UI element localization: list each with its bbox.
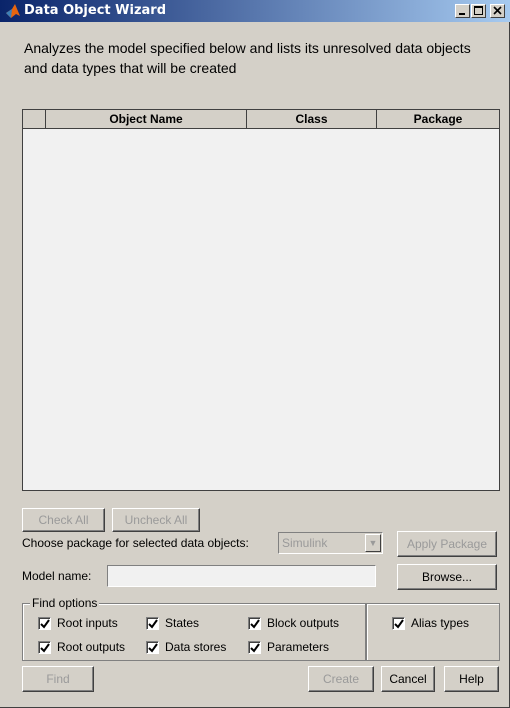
column-header-checkbox[interactable] (23, 110, 46, 128)
checkbox-check-icon (248, 640, 261, 654)
maximize-icon (474, 6, 483, 15)
column-header-object-name[interactable]: Object Name (46, 110, 247, 128)
browse-button[interactable]: Browse... (397, 564, 497, 590)
package-select-value: Simulink (282, 536, 328, 550)
package-label: Choose package for selected data objects… (22, 536, 249, 550)
check-all-button[interactable]: Check All (22, 508, 105, 532)
title-bar[interactable]: Data Object Wizard (0, 0, 510, 22)
uncheck-all-button[interactable]: Uncheck All (112, 508, 200, 532)
checkbox-check-icon (146, 640, 159, 654)
data-objects-table[interactable]: Object Name Class Package (22, 109, 500, 491)
checkbox-check-icon (38, 640, 51, 654)
model-name-input[interactable] (107, 565, 376, 587)
block-outputs-checkbox[interactable]: Block outputs (248, 616, 339, 630)
minimize-icon (459, 13, 465, 15)
root-outputs-checkbox[interactable]: Root outputs (38, 640, 125, 654)
parameters-label: Parameters (267, 640, 330, 654)
column-header-package[interactable]: Package (377, 110, 499, 128)
data-stores-label: Data stores (165, 640, 227, 654)
model-name-label: Model name: (22, 569, 92, 583)
package-select[interactable]: Simulink ▼ (278, 532, 383, 554)
create-button[interactable]: Create (308, 666, 374, 692)
apply-package-button[interactable]: Apply Package (397, 531, 497, 557)
checkbox-check-icon (248, 616, 261, 630)
maximize-button[interactable] (471, 4, 486, 18)
table-header: Object Name Class Package (23, 110, 499, 129)
block-outputs-label: Block outputs (267, 616, 340, 630)
parameters-checkbox[interactable]: Parameters (248, 640, 329, 654)
data-stores-checkbox[interactable]: Data stores (146, 640, 226, 654)
root-outputs-label: Root outputs (57, 640, 126, 654)
alias-types-checkbox[interactable]: Alias types (392, 616, 469, 630)
alias-options-group (366, 603, 500, 661)
data-object-wizard-window: Data Object Wizard Analyzes the model sp… (0, 0, 510, 708)
minimize-button[interactable] (455, 4, 470, 18)
states-checkbox[interactable]: States (146, 616, 199, 630)
matlab-logo-icon (6, 4, 20, 18)
checkbox-check-icon (146, 616, 159, 630)
alias-types-label: Alias types (411, 616, 470, 630)
window-title: Data Object Wizard (24, 3, 167, 18)
root-inputs-label: Root inputs (57, 616, 118, 630)
root-inputs-checkbox[interactable]: Root inputs (38, 616, 118, 630)
states-label: States (165, 616, 200, 630)
wizard-description: Analyzes the model specified below and l… (24, 40, 471, 76)
checkbox-check-icon (38, 616, 51, 630)
close-icon (493, 6, 502, 15)
chevron-down-icon[interactable]: ▼ (365, 534, 381, 552)
find-button[interactable]: Find (22, 666, 94, 692)
cancel-button[interactable]: Cancel (381, 666, 435, 692)
column-header-class[interactable]: Class (247, 110, 377, 128)
help-button[interactable]: Help (444, 666, 499, 692)
find-options-title: Find options (30, 596, 100, 610)
close-button[interactable] (490, 4, 505, 18)
checkbox-check-icon (392, 616, 405, 630)
